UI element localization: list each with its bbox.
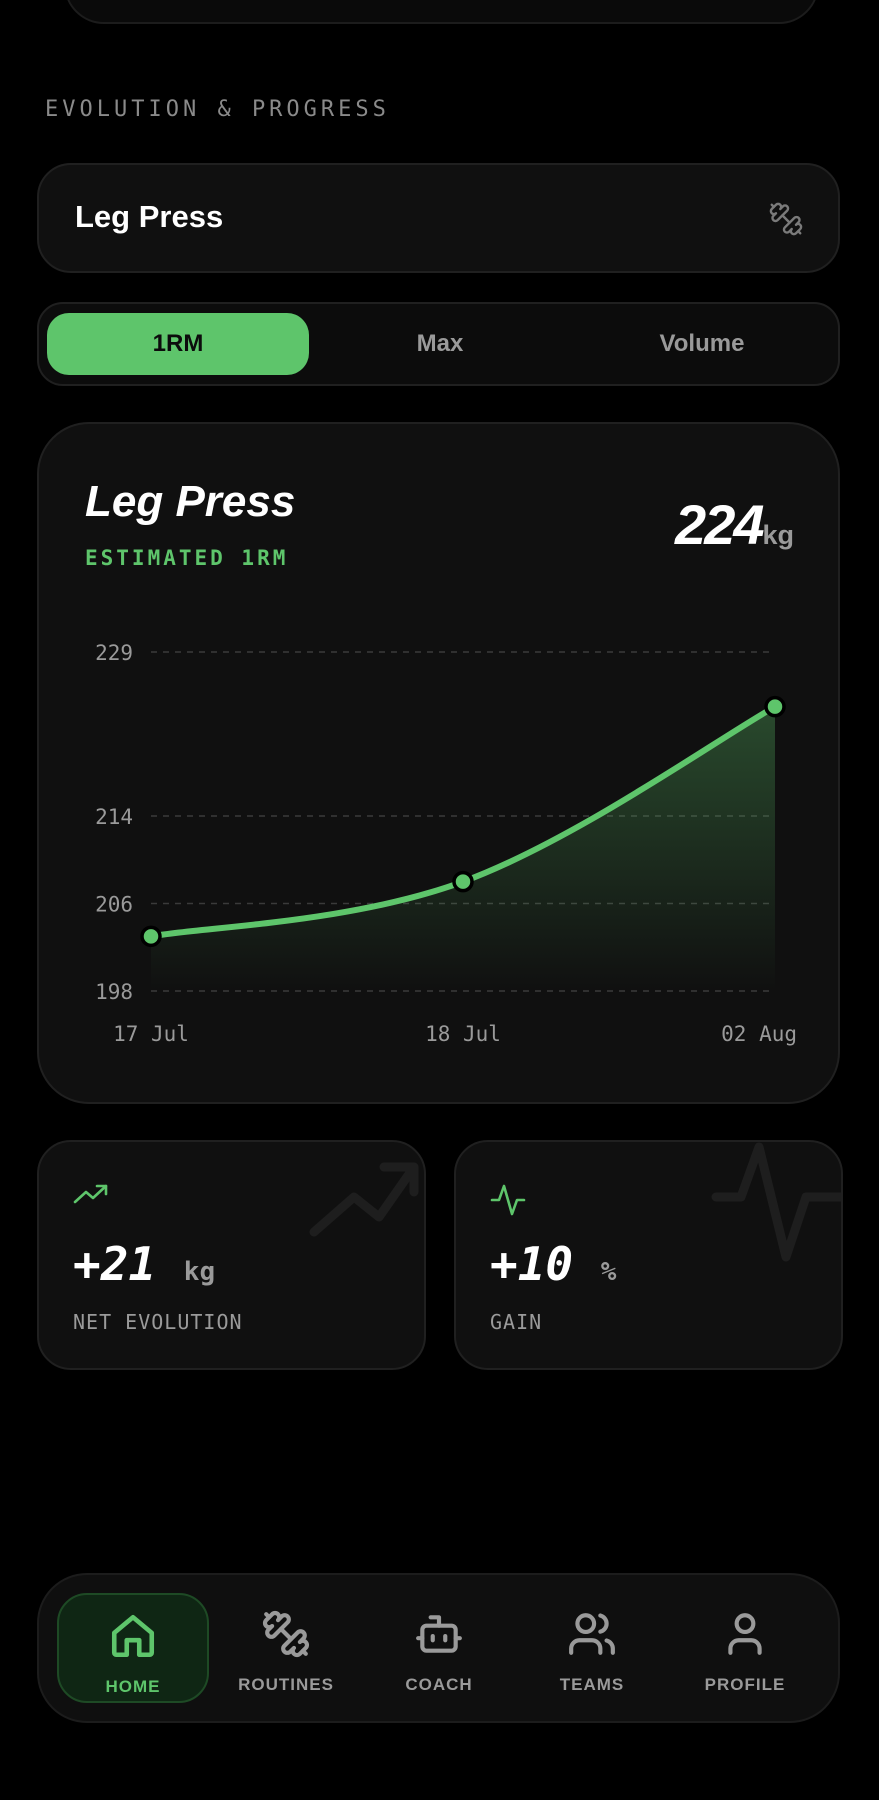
bottom-navigation: HOME ROUTINES COACH TEAMS PROFILE [37,1573,840,1723]
robot-icon [416,1615,462,1653]
series-area [151,706,775,991]
x-tick-label: 18 Jul [425,1022,501,1046]
gain-number: +10 [490,1237,574,1291]
gain-value: +10 % [490,1237,616,1291]
y-tick-label: 229 [95,641,133,665]
dumbbell-icon [769,202,803,236]
data-point[interactable] [140,925,162,948]
activity-icon [490,1184,526,1216]
net-evolution-card: +21 kg NET EVOLUTION [37,1140,426,1370]
data-point[interactable] [452,870,474,893]
user-icon [728,1613,762,1655]
net-evolution-value: +21 kg [73,1237,215,1291]
nav-label-home: HOME [105,1677,161,1696]
nav-label-coach: COACH [405,1675,473,1694]
data-point[interactable] [764,695,786,718]
nav-item-profile[interactable]: PROFILE [669,1593,821,1703]
nav-item-teams[interactable]: TEAMS [516,1593,668,1703]
gain-unit: % [600,1257,617,1287]
metric-tabs: 1RM Max Volume [37,302,840,386]
progress-chart-card: Leg Press ESTIMATED 1RM 224kg 198 206 214 2… [37,422,840,1104]
nav-item-coach[interactable]: COACH [363,1593,515,1703]
nav-item-home[interactable]: HOME [57,1593,209,1703]
activity-decoration-icon [711,1142,841,1262]
x-tick-label: 02 Aug [721,1022,797,1046]
exercise-name: Leg Press [75,199,224,234]
net-evolution-unit: kg [183,1257,216,1287]
nav-item-routines[interactable]: ROUTINES [210,1593,362,1703]
dumbbell-icon [262,1610,310,1658]
tab-1rm[interactable]: 1RM [47,313,309,375]
home-icon [111,1614,155,1658]
users-icon [569,1613,615,1655]
nav-label-routines: ROUTINES [238,1675,334,1694]
previous-card-edge [64,0,819,24]
trending-up-icon [73,1184,108,1204]
nav-label-profile: PROFILE [704,1675,786,1694]
section-title: EVOLUTION & PROGRESS [45,97,390,122]
nav-label-teams: TEAMS [559,1675,625,1694]
progress-chart: 198 206 214 229 17 Jul 18 Jul 02 Aug [95,641,797,1046]
y-tick-label: 206 [95,893,133,917]
tab-volume[interactable]: Volume [571,313,833,375]
gain-label: GAIN [490,1310,543,1334]
y-tick-label: 198 [95,980,133,1004]
y-tick-label: 214 [95,805,133,829]
exercise-selector[interactable]: Leg Press [37,163,840,273]
gain-card: +10 % GAIN [454,1140,843,1370]
net-evolution-number: +21 [73,1237,157,1291]
trending-up-decoration-icon [309,1162,419,1237]
x-tick-label: 17 Jul [113,1022,189,1046]
tab-max[interactable]: Max [309,313,571,375]
net-evolution-label: NET EVOLUTION [73,1310,243,1334]
